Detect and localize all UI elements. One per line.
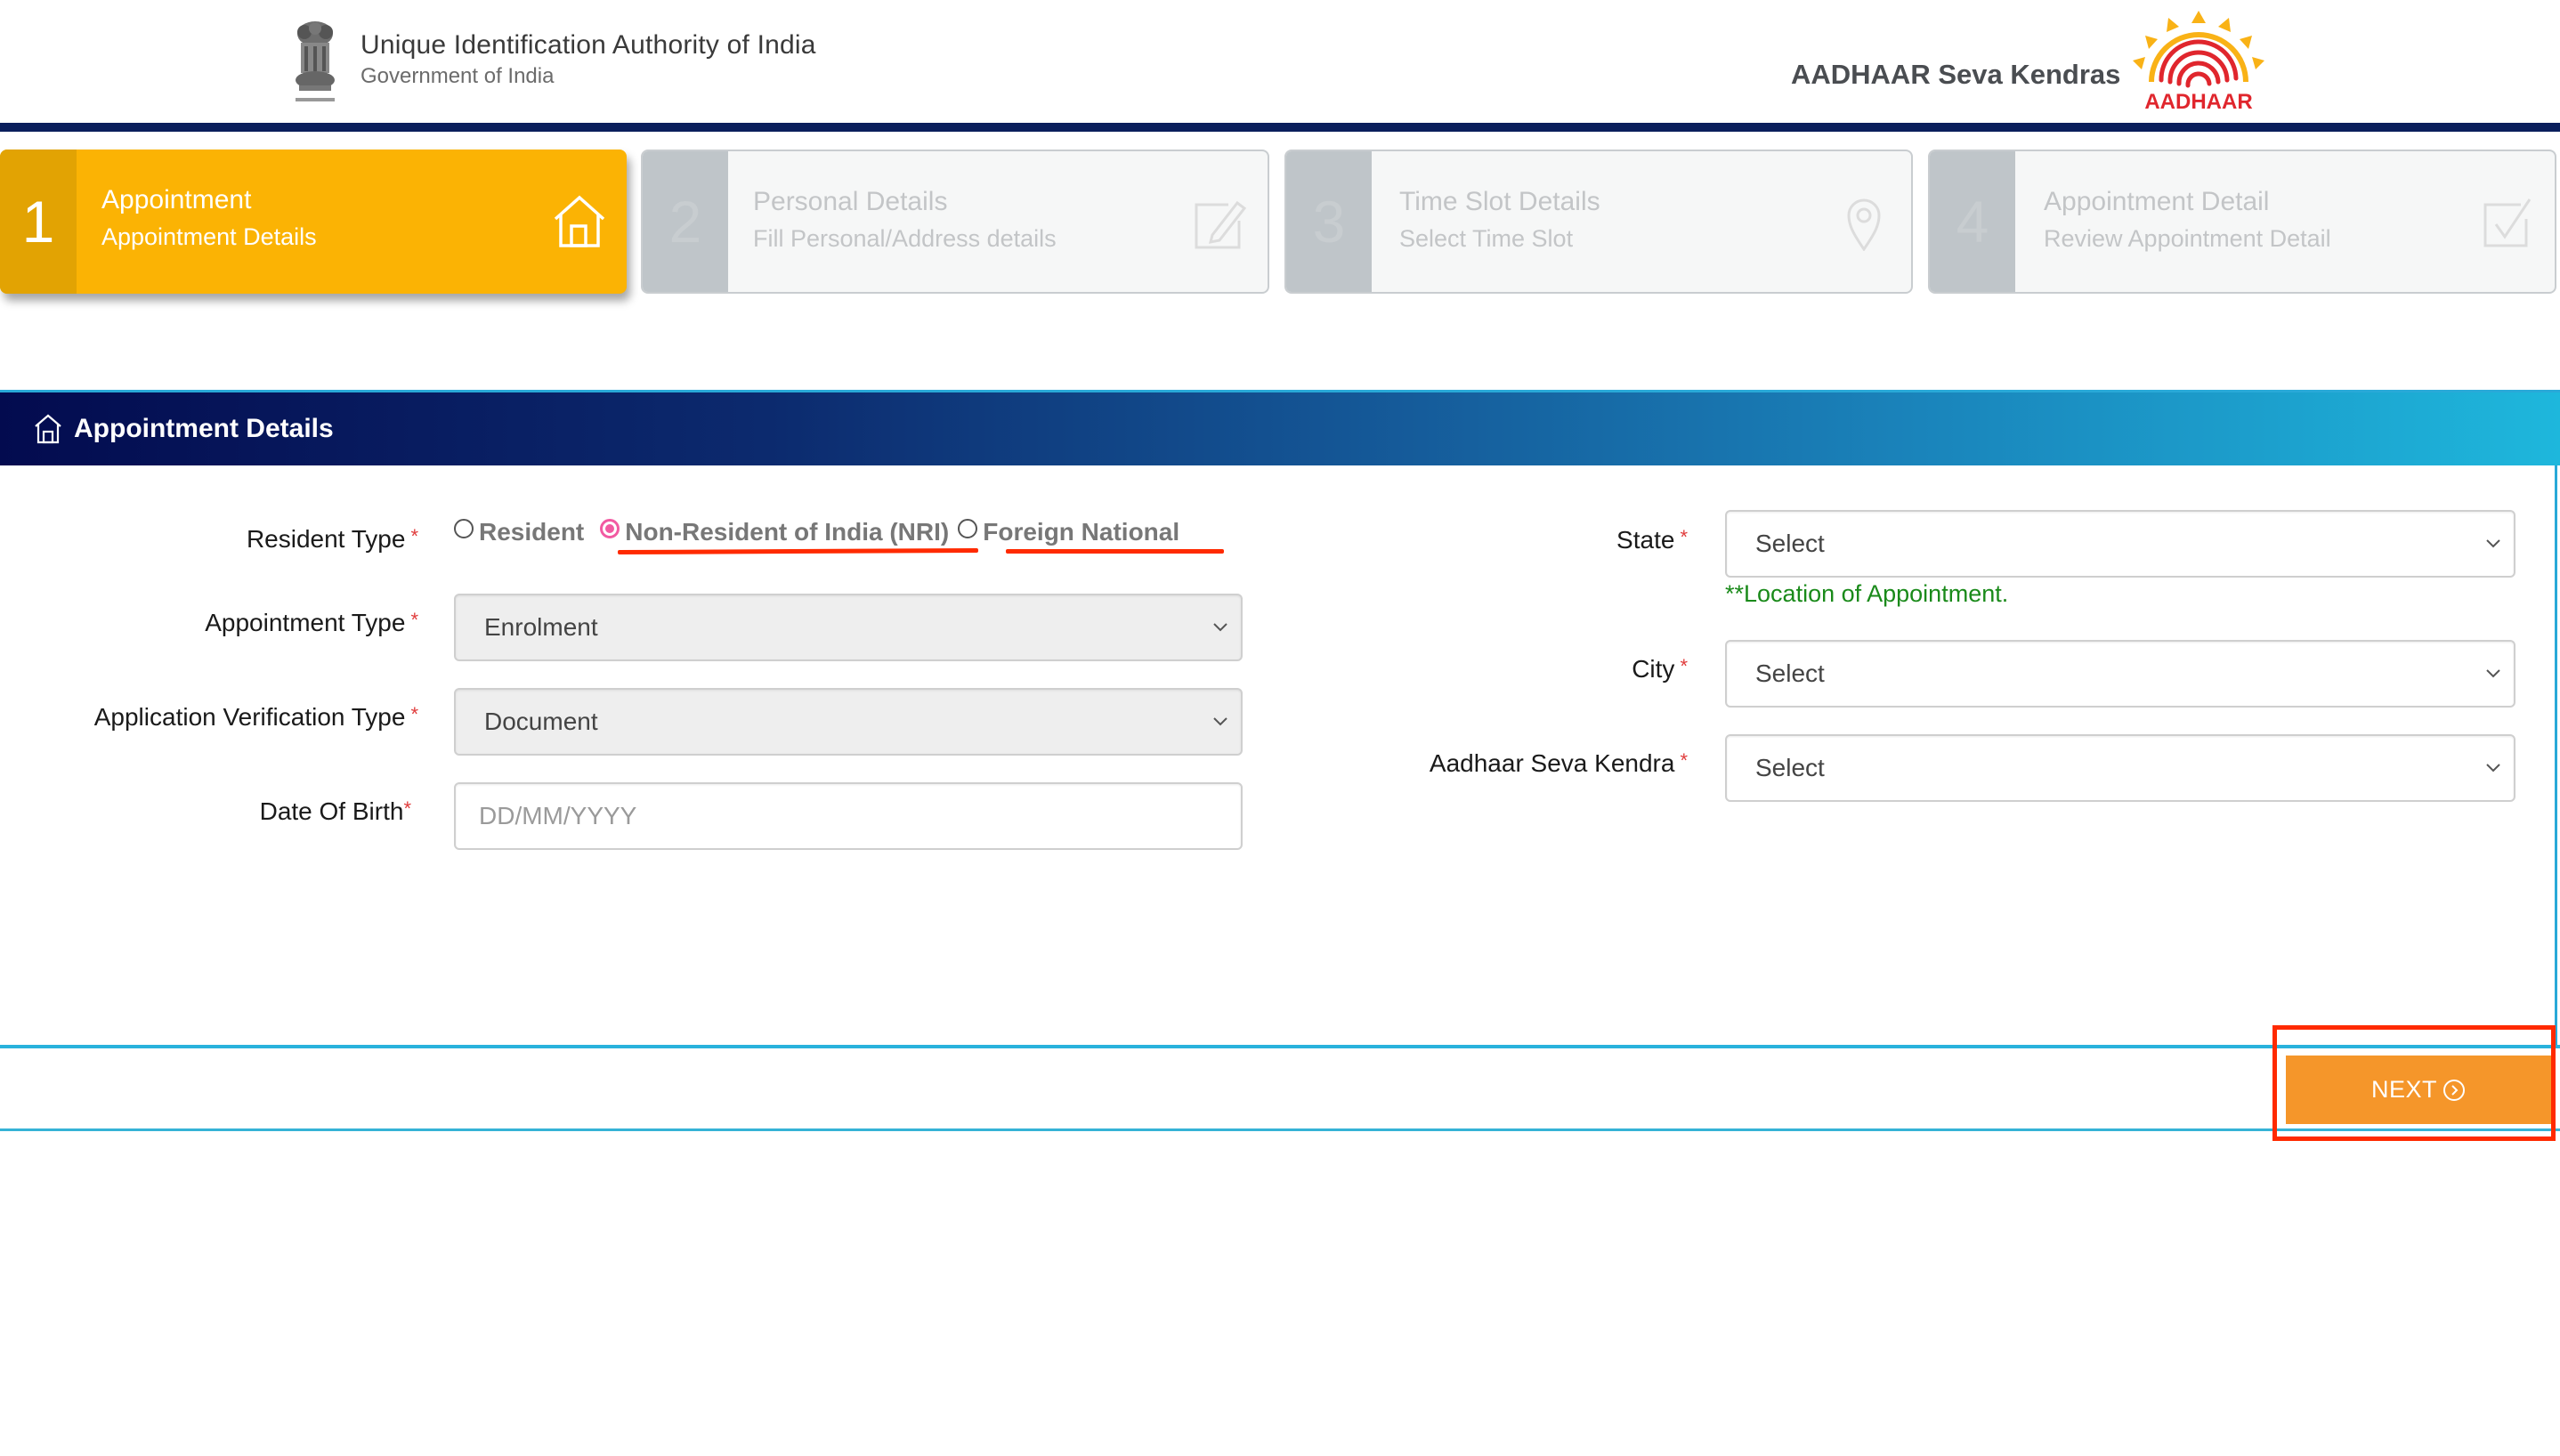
appointment-type-label: Appointment Type * xyxy=(205,609,418,637)
step-subtitle: Select Time Slot xyxy=(1399,225,1574,252)
resident-type-label: Resident Type * xyxy=(247,525,418,554)
annotation-highlight-box xyxy=(2272,1025,2556,1141)
label-text: Aadhaar Seva Kendra xyxy=(1429,749,1675,777)
map-pin-icon xyxy=(1847,198,1881,251)
step-title: Appointment Detail xyxy=(2044,187,2270,216)
footer-divider-bottom xyxy=(0,1128,2560,1131)
chevron-down-icon xyxy=(2486,669,2500,678)
required-marker: * xyxy=(1680,655,1688,677)
edit-icon xyxy=(1195,200,1247,249)
annotation-underline-foreign xyxy=(1006,549,1224,554)
dob-label: Date Of Birth* xyxy=(260,797,411,826)
seva-kendra-label: Aadhaar Seva Kendra * xyxy=(1430,749,1688,778)
label-text: State xyxy=(1616,526,1675,554)
radio-nri[interactable]: Non-Resident of India (NRI) xyxy=(600,518,949,546)
chevron-down-icon xyxy=(2486,764,2500,772)
required-marker: * xyxy=(1680,749,1688,772)
chevron-down-icon xyxy=(2486,539,2500,548)
required-marker: * xyxy=(403,797,411,820)
site-header: Unique Identification Authority of India… xyxy=(0,0,2560,123)
chevron-down-icon xyxy=(1213,717,1227,726)
seva-kendra-select[interactable]: Select xyxy=(1725,734,2515,802)
header-divider xyxy=(0,123,2560,132)
radio-foreign-national[interactable]: Foreign National xyxy=(958,518,1179,546)
dob-placeholder: DD/MM/YYYY xyxy=(479,802,637,829)
label-text: City xyxy=(1632,655,1675,683)
step-subtitle: Review Appointment Detail xyxy=(2044,225,2331,252)
select-value: Select xyxy=(1755,659,1825,687)
step-title: Appointment xyxy=(101,185,252,214)
step-appointment-detail[interactable]: 4 Appointment Detail Review Appointment … xyxy=(1928,150,2556,294)
section-title: Appointment Details xyxy=(74,414,334,443)
location-hint: **Location of Appointment. xyxy=(1725,580,2009,607)
radio-label: Foreign National xyxy=(983,518,1180,546)
step-number: 4 xyxy=(1930,151,2015,292)
step-number: 2 xyxy=(643,151,728,292)
brand-title: AADHAAR Seva Kendras xyxy=(1791,59,2121,90)
select-value: Select xyxy=(1755,754,1825,781)
section-header: Appointment Details xyxy=(0,390,2560,465)
radio-button-checked[interactable] xyxy=(600,519,620,538)
required-marker: * xyxy=(410,703,418,725)
city-select[interactable]: Select xyxy=(1725,640,2515,708)
state-label: State * xyxy=(1616,526,1688,554)
step-subtitle: Fill Personal/Address details xyxy=(753,225,1057,252)
label-text: Date Of Birth xyxy=(259,797,404,825)
step-appointment[interactable]: 1 Appointment Appointment Details xyxy=(0,150,627,294)
state-select[interactable]: Select xyxy=(1725,510,2515,578)
step-personal-details[interactable]: 2 Personal Details Fill Personal/Address… xyxy=(641,150,1269,294)
national-emblem-icon xyxy=(296,21,335,101)
panel-border xyxy=(2555,465,2557,1048)
footer-divider-top xyxy=(0,1045,2560,1048)
step-subtitle: Appointment Details xyxy=(101,223,317,250)
city-label: City * xyxy=(1632,655,1688,684)
resident-type-radio-group: Resident Non-Resident of India (NRI) For… xyxy=(454,514,1195,550)
label-text: Application Verification Type xyxy=(93,703,406,731)
step-time-slot[interactable]: 3 Time Slot Details Select Time Slot xyxy=(1284,150,1913,294)
required-marker: * xyxy=(410,525,418,547)
dob-input[interactable]: DD/MM/YYYY xyxy=(454,782,1243,850)
annotation-underline-nri xyxy=(617,547,979,555)
radio-button[interactable] xyxy=(454,519,474,538)
step-number: 1 xyxy=(0,150,77,294)
verification-type-label: Application Verification Type * xyxy=(94,703,418,732)
radio-button[interactable] xyxy=(958,519,978,538)
required-marker: * xyxy=(410,609,418,631)
home-icon xyxy=(35,414,61,444)
select-value: Select xyxy=(1755,530,1825,557)
step-title: Personal Details xyxy=(753,187,948,216)
select-value: Enrolment xyxy=(484,613,598,641)
label-text: Resident Type xyxy=(246,525,406,553)
aadhaar-logo-icon: AADHAAR xyxy=(2133,11,2264,114)
select-value: Document xyxy=(484,708,598,735)
label-text: Appointment Type xyxy=(205,609,406,636)
required-marker: * xyxy=(1680,526,1688,548)
org-subtitle: Government of India xyxy=(361,64,555,88)
step-number: 3 xyxy=(1286,151,1372,292)
checkbox-icon xyxy=(2483,198,2532,247)
org-name: Unique Identification Authority of India xyxy=(361,30,816,60)
radio-label: Resident xyxy=(479,518,585,546)
chevron-down-icon xyxy=(1213,623,1227,632)
appointment-type-select[interactable]: Enrolment xyxy=(454,594,1243,661)
radio-label: Non-Resident of India (NRI) xyxy=(625,518,950,546)
step-title: Time Slot Details xyxy=(1399,187,1600,216)
aadhaar-logo-text: AADHAAR xyxy=(2144,90,2252,114)
radio-resident[interactable]: Resident xyxy=(454,518,584,546)
home-icon xyxy=(554,195,605,247)
verification-type-select[interactable]: Document xyxy=(454,688,1243,756)
